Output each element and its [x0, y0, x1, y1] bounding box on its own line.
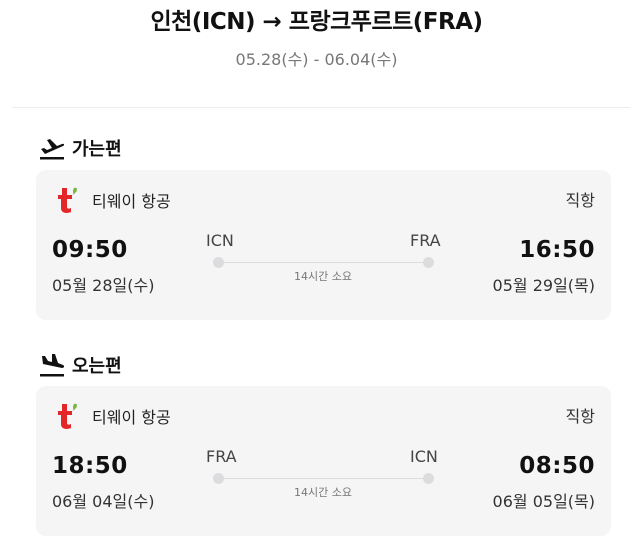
- airline-name: 티웨이 항공: [92, 192, 171, 211]
- route-title: 인천(ICN) → 프랑크푸르트(FRA): [150, 9, 483, 35]
- outbound-flight-card[interactable]: 티웨이 항공 직항 09:50 05월 28일(수) ICN FRA 14시간 …: [36, 170, 611, 320]
- arrival-dot: [423, 257, 434, 268]
- tway-logo: [58, 187, 78, 213]
- flight-duration: 14시간 소요: [294, 486, 352, 499]
- flight-type: 직항: [565, 407, 595, 426]
- arrival-time: 16:50: [519, 237, 595, 263]
- inbound-section-header: 오는편: [38, 352, 122, 378]
- airline-info: 티웨이 항공: [54, 402, 171, 430]
- inbound-flight-card[interactable]: 티웨이 항공 직항 18:50 06월 04일(수) FRA ICN 14시간 …: [36, 386, 611, 536]
- flight-duration: 14시간 소요: [294, 270, 352, 283]
- flight-type: 직항: [565, 191, 595, 210]
- arrival-airport-code: FRA: [410, 231, 441, 250]
- arrival-dot: [423, 473, 434, 484]
- departure-date: 06월 04일(수): [52, 492, 155, 511]
- tway-logo: [58, 403, 78, 429]
- airline-info: 티웨이 항공: [54, 186, 171, 214]
- outbound-heading: 가는편: [72, 139, 122, 160]
- route-line: [218, 262, 428, 263]
- outbound-section-header: 가는편: [38, 135, 122, 161]
- inbound-heading: 오는편: [72, 356, 122, 377]
- departure-dot: [213, 257, 224, 268]
- travel-dates: 05.28(수) - 06.04(수): [235, 50, 398, 69]
- arrival-date: 05월 29일(목): [492, 276, 595, 295]
- route-line: [218, 478, 428, 479]
- airplane-takeoff-icon: [40, 139, 65, 160]
- departure-date: 05월 28일(수): [52, 276, 155, 295]
- airline-name: 티웨이 항공: [92, 408, 171, 427]
- divider: [12, 107, 630, 108]
- departure-dot: [213, 473, 224, 484]
- departure-time: 09:50: [52, 237, 128, 263]
- arrival-time: 08:50: [519, 453, 595, 479]
- departure-airport-code: FRA: [206, 447, 237, 466]
- departure-time: 18:50: [52, 453, 128, 479]
- airplane-landing-icon: [40, 354, 65, 377]
- departure-airport-code: ICN: [206, 231, 234, 250]
- arrival-airport-code: ICN: [410, 447, 438, 466]
- arrival-date: 06월 05일(목): [492, 492, 595, 511]
